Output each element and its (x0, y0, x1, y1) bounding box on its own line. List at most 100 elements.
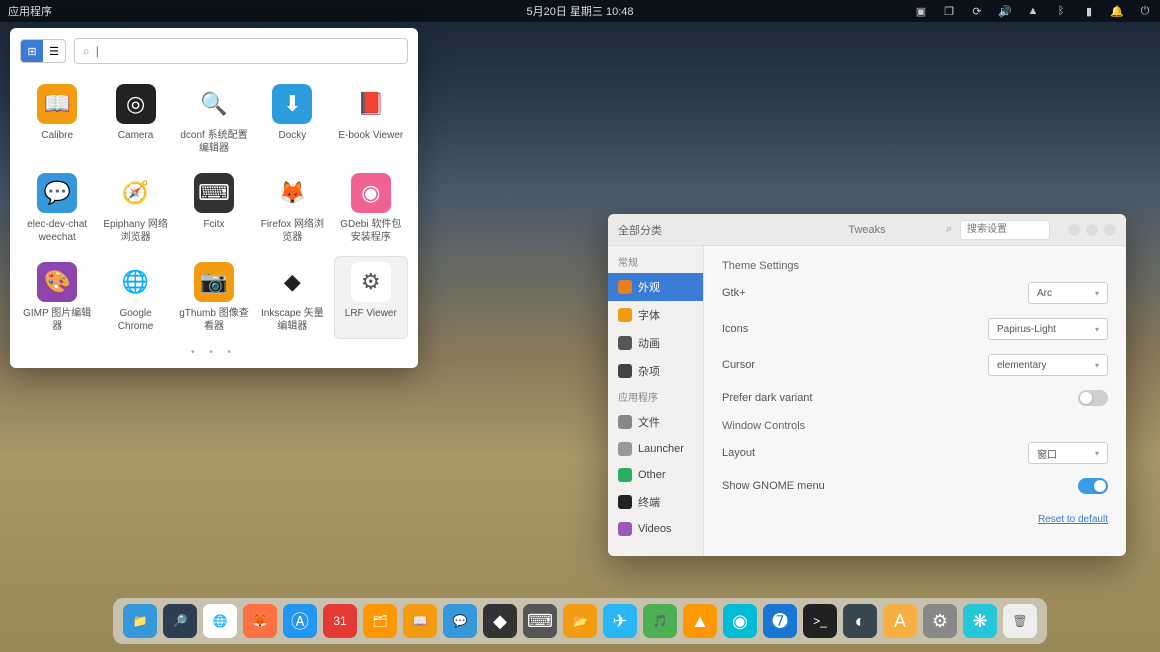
app-label: Google Chrome (101, 308, 171, 333)
app-icon: 🌐 (116, 262, 156, 302)
dock-item-5[interactable]: 31 (323, 604, 357, 638)
toggle-switch[interactable] (1078, 478, 1108, 494)
select-dropdown[interactable]: Arc▾ (1028, 282, 1108, 304)
sidebar-item-动画[interactable]: 动画 (608, 329, 703, 357)
app-fcitx[interactable]: ⌨Fcitx (177, 167, 251, 250)
sidebar-item-label: 杂项 (638, 363, 660, 379)
dock-item-19[interactable]: A (883, 604, 917, 638)
dock-item-6[interactable]: 🗂 (363, 604, 397, 638)
app-docky[interactable]: ⬇Docky (255, 78, 329, 161)
search-input[interactable] (96, 44, 399, 58)
select-dropdown[interactable]: Papirus-Light▾ (988, 318, 1108, 340)
dock-item-12[interactable]: ✈ (603, 604, 637, 638)
power-icon[interactable]: ⏻ (1138, 4, 1152, 18)
layers-icon[interactable]: ❐ (942, 4, 956, 18)
sidebar-item-文件[interactable]: 文件 (608, 408, 703, 436)
setting-label: Layout (722, 447, 755, 459)
app-google-chrome[interactable]: 🌐 Google Chrome (98, 256, 172, 339)
dock-item-20[interactable]: ⚙ (923, 604, 957, 638)
view-toggle[interactable]: ⊞ ☰ (20, 39, 66, 63)
app-dconf-[interactable]: 🔍dconf 系统配置编辑器 (177, 78, 251, 161)
minimize-button[interactable] (1068, 224, 1080, 236)
app-label: LRF Viewer (345, 308, 397, 321)
app-icon: ⌨ (194, 173, 234, 213)
dock-item-1[interactable]: 🔎 (163, 604, 197, 638)
app-icon: ◆ (272, 262, 312, 302)
app-firefox-[interactable]: 🦊Firefox 网络浏览器 (255, 167, 329, 250)
dock-item-9[interactable]: ◆ (483, 604, 517, 638)
setting-label: Icons (722, 323, 748, 335)
dock-item-0[interactable]: 📁 (123, 604, 157, 638)
list-view-icon[interactable]: ☰ (43, 40, 65, 62)
tweaks-search-input[interactable] (960, 220, 1050, 240)
dock-item-3[interactable]: 🦊 (243, 604, 277, 638)
dock-item-18[interactable]: ◐ (843, 604, 877, 638)
app-label: Calibre (41, 130, 73, 143)
sidebar-icon (618, 280, 632, 294)
app-label: Epiphany 网络浏览器 (101, 219, 171, 244)
app-gthumb-[interactable]: 📷gThumb 图像查看器 (177, 256, 251, 339)
app-epiphany-[interactable]: 🧭 Epiphany 网络浏览器 (98, 167, 172, 250)
sidebar-item-字体[interactable]: 字体 (608, 301, 703, 329)
dock-item-13[interactable]: 🎵 (643, 604, 677, 638)
app-elec-dev-chat-weechat[interactable]: 💬elec-dev-chat weechat (20, 167, 94, 250)
app-inkscape-[interactable]: ◆Inkscape 矢量编辑器 (255, 256, 329, 339)
app-camera[interactable]: ◎Camera (98, 78, 172, 161)
app-lrf-viewer[interactable]: ⚙LRF Viewer (334, 256, 408, 339)
dock-item-14[interactable]: ▲ (683, 604, 717, 638)
sidebar-icon (618, 336, 632, 350)
bluetooth-icon[interactable]: ᛒ (1054, 4, 1068, 18)
pager-dots[interactable]: • • • (20, 347, 408, 358)
battery-icon[interactable]: ▮ (1082, 4, 1096, 18)
setting-label: Prefer dark variant (722, 392, 812, 404)
app-menu-label[interactable]: 应用程序 (8, 3, 52, 19)
volume-icon[interactable]: 🔊 (998, 4, 1012, 18)
sidebar-item-videos[interactable]: Videos (608, 516, 703, 542)
app-icon: 🧭 (116, 173, 156, 213)
app-label: GIMP 图片编辑器 (22, 308, 92, 333)
grid-view-icon[interactable]: ⊞ (21, 40, 43, 62)
sidebar-item-外观[interactable]: 外观 (608, 273, 703, 301)
dock-item-17[interactable]: >_ (803, 604, 837, 638)
dock-item-21[interactable]: ❋ (963, 604, 997, 638)
dock-item-4[interactable]: Ⓐ (283, 604, 317, 638)
bell-icon[interactable]: 🔔 (1110, 4, 1124, 18)
maximize-button[interactable] (1086, 224, 1098, 236)
app-icon: ⬇ (272, 84, 312, 124)
content-pane: Theme Settings Gtk+Arc▾IconsPapirus-Ligh… (704, 246, 1126, 556)
sidebar-item-label: 文件 (638, 414, 660, 430)
dock-item-11[interactable]: 📂 (563, 604, 597, 638)
dock-item-2[interactable]: 🌐 (203, 604, 237, 638)
app-label: dconf 系统配置编辑器 (179, 130, 249, 155)
app-label: elec-dev-chat weechat (22, 219, 92, 244)
sidebar-item-终端[interactable]: 终端 (608, 488, 703, 516)
toggle-switch[interactable] (1078, 390, 1108, 406)
app-icon: ◉ (351, 173, 391, 213)
clock[interactable]: 5月20日 星期三 10:48 (527, 3, 634, 19)
reset-to-default-link[interactable]: Reset to default (722, 514, 1108, 525)
search-input-wrapper[interactable]: ⌕ (74, 38, 408, 64)
dock-item-16[interactable]: ➐ (763, 604, 797, 638)
sidebar-item-launcher[interactable]: Launcher (608, 436, 703, 462)
dock-item-10[interactable]: ⌨ (523, 604, 557, 638)
select-dropdown[interactable]: 窗口▾ (1028, 442, 1108, 464)
dock-item-22[interactable]: 🗑 (1003, 604, 1037, 638)
app-gimp-[interactable]: 🎨GIMP 图片编辑器 (20, 256, 94, 339)
sync-icon[interactable]: ⟳ (970, 4, 984, 18)
dock-item-15[interactable]: ◉ (723, 604, 757, 638)
tweaks-titlebar[interactable]: 全部分类 Tweaks ⌕ (608, 214, 1126, 246)
close-button[interactable] (1104, 224, 1116, 236)
app-e-book-viewer[interactable]: 📕E-book Viewer (334, 78, 408, 161)
app-gdebi-[interactable]: ◉GDebi 软件包安装程序 (334, 167, 408, 250)
dock: 📁🔎🌐🦊Ⓐ31🗂📖💬◆⌨📂✈🎵▲◉➐>_◐A⚙❋🗑 (113, 598, 1047, 644)
app-calibre[interactable]: 📖Calibre (20, 78, 94, 161)
sidebar-item-杂项[interactable]: 杂项 (608, 357, 703, 385)
select-dropdown[interactable]: elementary▾ (988, 354, 1108, 376)
wifi-icon[interactable]: ▲ (1026, 4, 1040, 18)
dock-item-7[interactable]: 📖 (403, 604, 437, 638)
sidebar-item-label: 字体 (638, 307, 660, 323)
setting-label: Gtk+ (722, 287, 746, 299)
box-icon[interactable]: ▣ (914, 4, 928, 18)
sidebar-item-other[interactable]: Other (608, 462, 703, 488)
dock-item-8[interactable]: 💬 (443, 604, 477, 638)
